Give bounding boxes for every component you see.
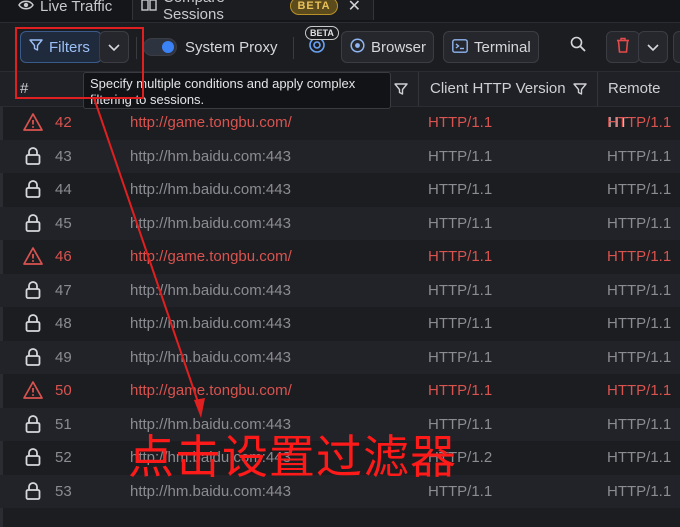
- table-row[interactable]: 46 http://game.tongbu.com/HTTP/1.1 HTTP/1.…: [0, 240, 680, 273]
- lock-icon: [23, 146, 43, 166]
- row-number: 48: [55, 315, 72, 332]
- beta-tag: BETA: [305, 26, 339, 40]
- lock-icon: [23, 280, 43, 300]
- terminal-label: Terminal: [474, 38, 531, 56]
- row-number: 52: [55, 449, 72, 466]
- compare-icon: [141, 0, 157, 15]
- row-remote-version: HTTP/1.1: [607, 114, 672, 131]
- row-remote-version: HTTP/1.1: [607, 382, 672, 399]
- clear-sessions-button[interactable]: [606, 31, 640, 63]
- lock-icon: [23, 179, 43, 199]
- table-row[interactable]: 44 http://hm.baidu.com:443 HTTP/1.1 HTTP/1.…: [0, 173, 680, 206]
- warning-icon: [23, 112, 43, 132]
- row-number: 42: [55, 114, 72, 131]
- row-host: http://game.tongbu.com/: [130, 114, 292, 131]
- tab-compare-sessions-label: Compare Sessions: [163, 0, 225, 23]
- column-header-client-http-version[interactable]: Client HTTP Version: [430, 72, 566, 106]
- row-host: http://hm.baidu.com:443: [130, 281, 291, 299]
- filter-icon[interactable]: [394, 72, 408, 106]
- row-client-version: HTTP/1.1: [428, 248, 493, 265]
- table-row[interactable]: 45 http://hm.baidu.com:443 HTTP/1.1 HTTP/1.…: [0, 206, 680, 240]
- table-row[interactable]: 49 http://hm.baidu.com:443 HTTP/1.1 HTTP/1.…: [0, 340, 680, 374]
- column-divider[interactable]: [418, 72, 419, 106]
- row-client-version: HTTP/1.1: [428, 315, 493, 332]
- lock-icon: [23, 481, 43, 501]
- table-row[interactable]: 47 http://hm.baidu.com:443 HTTP/1.1 HTTP/1.…: [0, 273, 680, 307]
- highlight-box: [15, 27, 144, 99]
- terminal-icon: [452, 38, 468, 56]
- table-row[interactable]: 48 http://hm.baidu.com:443 HTTP/1.1 HTTP/1.…: [0, 307, 680, 340]
- row-client-version: HTTP/1.1: [428, 147, 493, 165]
- lock-icon: [23, 347, 43, 367]
- lock-icon: [23, 213, 43, 233]
- row-remote-version: HTTP/1.1: [607, 248, 672, 265]
- row-remote-version: HTTP/1.1: [607, 449, 672, 466]
- row-remote-version: HTTP/1.1: [607, 147, 672, 165]
- overflow-button[interactable]: [673, 31, 680, 63]
- row-host: http://hm.baidu.com:443: [130, 315, 291, 332]
- tab-live-traffic[interactable]: Live Traffic: [18, 0, 112, 20]
- column-divider[interactable]: [597, 72, 598, 106]
- browser-button[interactable]: Browser: [341, 31, 434, 63]
- row-number: 45: [55, 214, 72, 232]
- row-remote-version: HTTP/1.1: [607, 315, 672, 332]
- clear-dropdown-button[interactable]: [638, 31, 668, 63]
- filter-icon[interactable]: [573, 72, 587, 106]
- lock-icon: [23, 313, 43, 333]
- chevron-down-icon: [647, 39, 659, 56]
- terminal-button[interactable]: Terminal: [443, 31, 539, 63]
- row-host: http://hm.baidu.com:443: [130, 348, 291, 366]
- lock-icon: [23, 414, 43, 434]
- toggle-switch[interactable]: [143, 38, 177, 56]
- row-client-version: HTTP/1.1: [428, 382, 493, 399]
- row-client-version: HTTP/1.1: [428, 181, 493, 198]
- row-host: http://hm.baidu.com:443: [130, 181, 291, 198]
- system-proxy-toggle[interactable]: System Proxy: [143, 38, 278, 56]
- row-number: 43: [55, 147, 72, 165]
- column-header-remote-http-version[interactable]: Remote HT: [608, 72, 680, 131]
- row-remote-version: HTTP/1.1: [607, 482, 672, 500]
- table-row[interactable]: 43 http://hm.baidu.com:443 HTTP/1.1 HTTP/1.…: [0, 139, 680, 173]
- row-number: 46: [55, 248, 72, 265]
- warning-icon: [23, 380, 43, 400]
- row-host: http://hm.baidu.com:443: [130, 214, 291, 232]
- row-remote-version: HTTP/1.1: [607, 348, 672, 366]
- row-number: 44: [55, 181, 72, 198]
- row-number: 49: [55, 348, 72, 366]
- browser-icon: [350, 38, 365, 56]
- browser-label: Browser: [371, 38, 427, 56]
- row-client-version: HTTP/1.1: [428, 114, 493, 131]
- row-host: http://game.tongbu.com/: [130, 248, 292, 265]
- row-number: 50: [55, 382, 72, 399]
- row-client-version: HTTP/1.1: [428, 348, 493, 366]
- warning-icon: [23, 246, 43, 266]
- row-client-version: HTTP/1.1: [428, 214, 493, 232]
- row-host: http://hm.baidu.com:443: [130, 147, 291, 165]
- table-row[interactable]: 50 http://game.tongbu.com/HTTP/1.1 HTTP/1.…: [0, 374, 680, 407]
- row-remote-version: HTTP/1.1: [607, 281, 672, 299]
- tab-compare-sessions[interactable]: Compare Sessions BETA ✕: [132, 0, 374, 23]
- row-remote-version: HTTP/1.1: [607, 415, 672, 433]
- row-number: 51: [55, 415, 72, 433]
- row-client-version: HTTP/1.1: [428, 281, 493, 299]
- row-host: http://game.tongbu.com/: [130, 382, 292, 399]
- row-number: 53: [55, 482, 72, 500]
- row-remote-version: HTTP/1.1: [607, 181, 672, 198]
- toolbar-divider: [293, 37, 294, 59]
- beta-badge: BETA: [290, 0, 338, 15]
- tab-bar: Live Traffic Compare Sessions BETA ✕: [0, 0, 680, 23]
- row-remote-version: HTTP/1.1: [607, 214, 672, 232]
- eye-icon: [18, 0, 34, 14]
- row-number: 47: [55, 281, 72, 299]
- tab-live-traffic-label: Live Traffic: [40, 0, 113, 15]
- trash-icon: [616, 37, 630, 57]
- system-proxy-label: System Proxy: [185, 38, 278, 56]
- toggle-knob: [162, 41, 174, 53]
- search-icon[interactable]: [570, 36, 586, 57]
- annotation-caption: 点击设置过滤器: [128, 430, 457, 484]
- close-icon[interactable]: ✕: [348, 0, 361, 16]
- lock-icon: [23, 447, 43, 467]
- table-row[interactable]: 42 http://game.tongbu.com/HTTP/1.1 HTTP/1.…: [0, 106, 680, 139]
